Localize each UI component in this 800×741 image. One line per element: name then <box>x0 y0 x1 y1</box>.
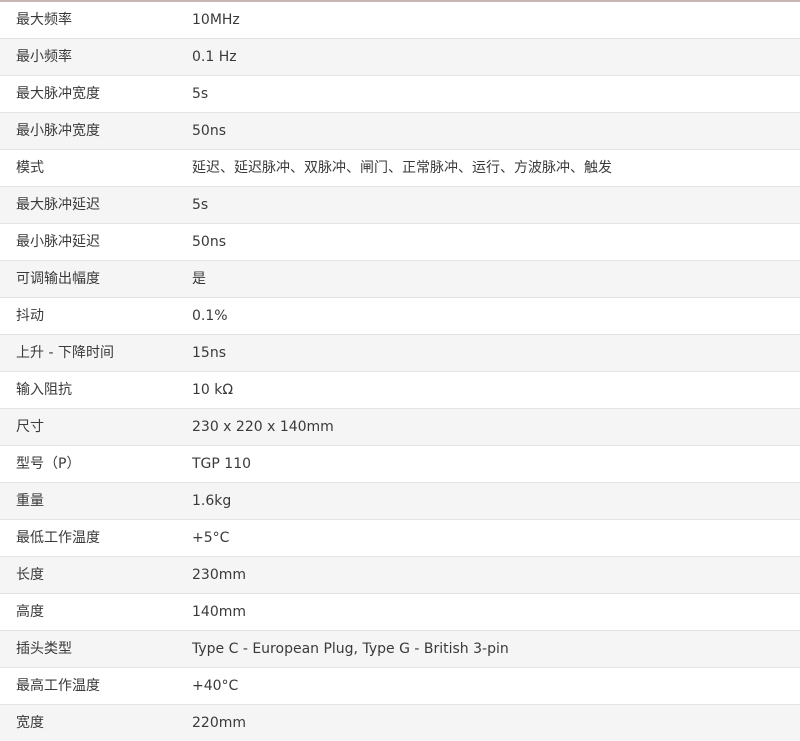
table-row: 最小脉冲延迟 50ns <box>0 223 800 261</box>
table-row: 宽度 220mm <box>0 704 800 741</box>
spec-value: 1.6kg <box>192 493 232 510</box>
spec-label: 上升 - 下降时间 <box>16 345 114 362</box>
spec-label: 宽度 <box>16 715 44 732</box>
table-row: 最高工作温度 +40°C <box>0 667 800 705</box>
spec-value: 230mm <box>192 567 246 584</box>
table-row: 长度 230mm <box>0 556 800 594</box>
table-row: 上升 - 下降时间 15ns <box>0 334 800 372</box>
table-row: 抖动 0.1% <box>0 297 800 335</box>
spec-value: 140mm <box>192 604 246 621</box>
spec-value: 230 x 220 x 140mm <box>192 419 334 436</box>
spec-value: 5s <box>192 86 209 103</box>
table-row: 最低工作温度 +5°C <box>0 519 800 557</box>
table-row: 最小脉冲宽度 50ns <box>0 112 800 150</box>
spec-value: 220mm <box>192 715 246 732</box>
table-row: 高度 140mm <box>0 593 800 631</box>
spec-label: 可调输出幅度 <box>16 271 100 288</box>
spec-label: 高度 <box>16 604 44 621</box>
spec-value: 0.1% <box>192 308 228 325</box>
table-row: 输入阻抗 10 kΩ <box>0 371 800 409</box>
table-row: 插头类型 Type C - European Plug, Type G - Br… <box>0 630 800 668</box>
spec-value: Type C - European Plug, Type G - British… <box>192 641 509 658</box>
spec-label: 抖动 <box>16 308 44 325</box>
spec-label: 型号（P） <box>16 456 81 473</box>
spec-value: 5s <box>192 197 209 214</box>
spec-value: 10 kΩ <box>192 382 234 399</box>
spec-label: 重量 <box>16 493 44 510</box>
table-row: 最大脉冲延迟 5s <box>0 186 800 224</box>
spec-value: 0.1 Hz <box>192 49 237 66</box>
spec-value: +5°C <box>192 530 230 547</box>
spec-label: 插头类型 <box>16 641 72 658</box>
table-row: 最小频率 0.1 Hz <box>0 38 800 76</box>
spec-table: 最大频率 10MHz 最小频率 0.1 Hz 最大脉冲宽度 5s 最小脉冲宽度 … <box>0 2 800 741</box>
table-row: 最大频率 10MHz <box>0 2 800 39</box>
spec-value: +40°C <box>192 678 239 695</box>
spec-label: 最高工作温度 <box>16 678 100 695</box>
spec-label: 最大脉冲宽度 <box>16 86 100 103</box>
spec-value: 延迟、延迟脉冲、双脉冲、闸门、正常脉冲、运行、方波脉冲、触发 <box>192 160 612 177</box>
spec-value: 15ns <box>192 345 226 362</box>
spec-label: 长度 <box>16 567 44 584</box>
spec-label: 最大脉冲延迟 <box>16 197 100 214</box>
spec-value: 10MHz <box>192 12 240 29</box>
spec-value: 50ns <box>192 234 226 251</box>
spec-label: 模式 <box>16 160 44 177</box>
spec-value: 是 <box>192 271 206 288</box>
spec-label: 最小频率 <box>16 49 72 66</box>
spec-value: TGP 110 <box>192 456 252 473</box>
spec-label: 最大频率 <box>16 12 72 29</box>
spec-label: 最小脉冲宽度 <box>16 123 100 140</box>
table-row: 最大脉冲宽度 5s <box>0 75 800 113</box>
spec-label: 尺寸 <box>16 419 44 436</box>
spec-value: 50ns <box>192 123 226 140</box>
table-row: 可调输出幅度 是 <box>0 260 800 298</box>
table-row: 重量 1.6kg <box>0 482 800 520</box>
spec-label: 最低工作温度 <box>16 530 100 547</box>
spec-label: 输入阻抗 <box>16 382 72 399</box>
spec-label: 最小脉冲延迟 <box>16 234 100 251</box>
table-row: 模式 延迟、延迟脉冲、双脉冲、闸门、正常脉冲、运行、方波脉冲、触发 <box>0 149 800 187</box>
table-row: 尺寸 230 x 220 x 140mm <box>0 408 800 446</box>
table-row: 型号（P） TGP 110 <box>0 445 800 483</box>
